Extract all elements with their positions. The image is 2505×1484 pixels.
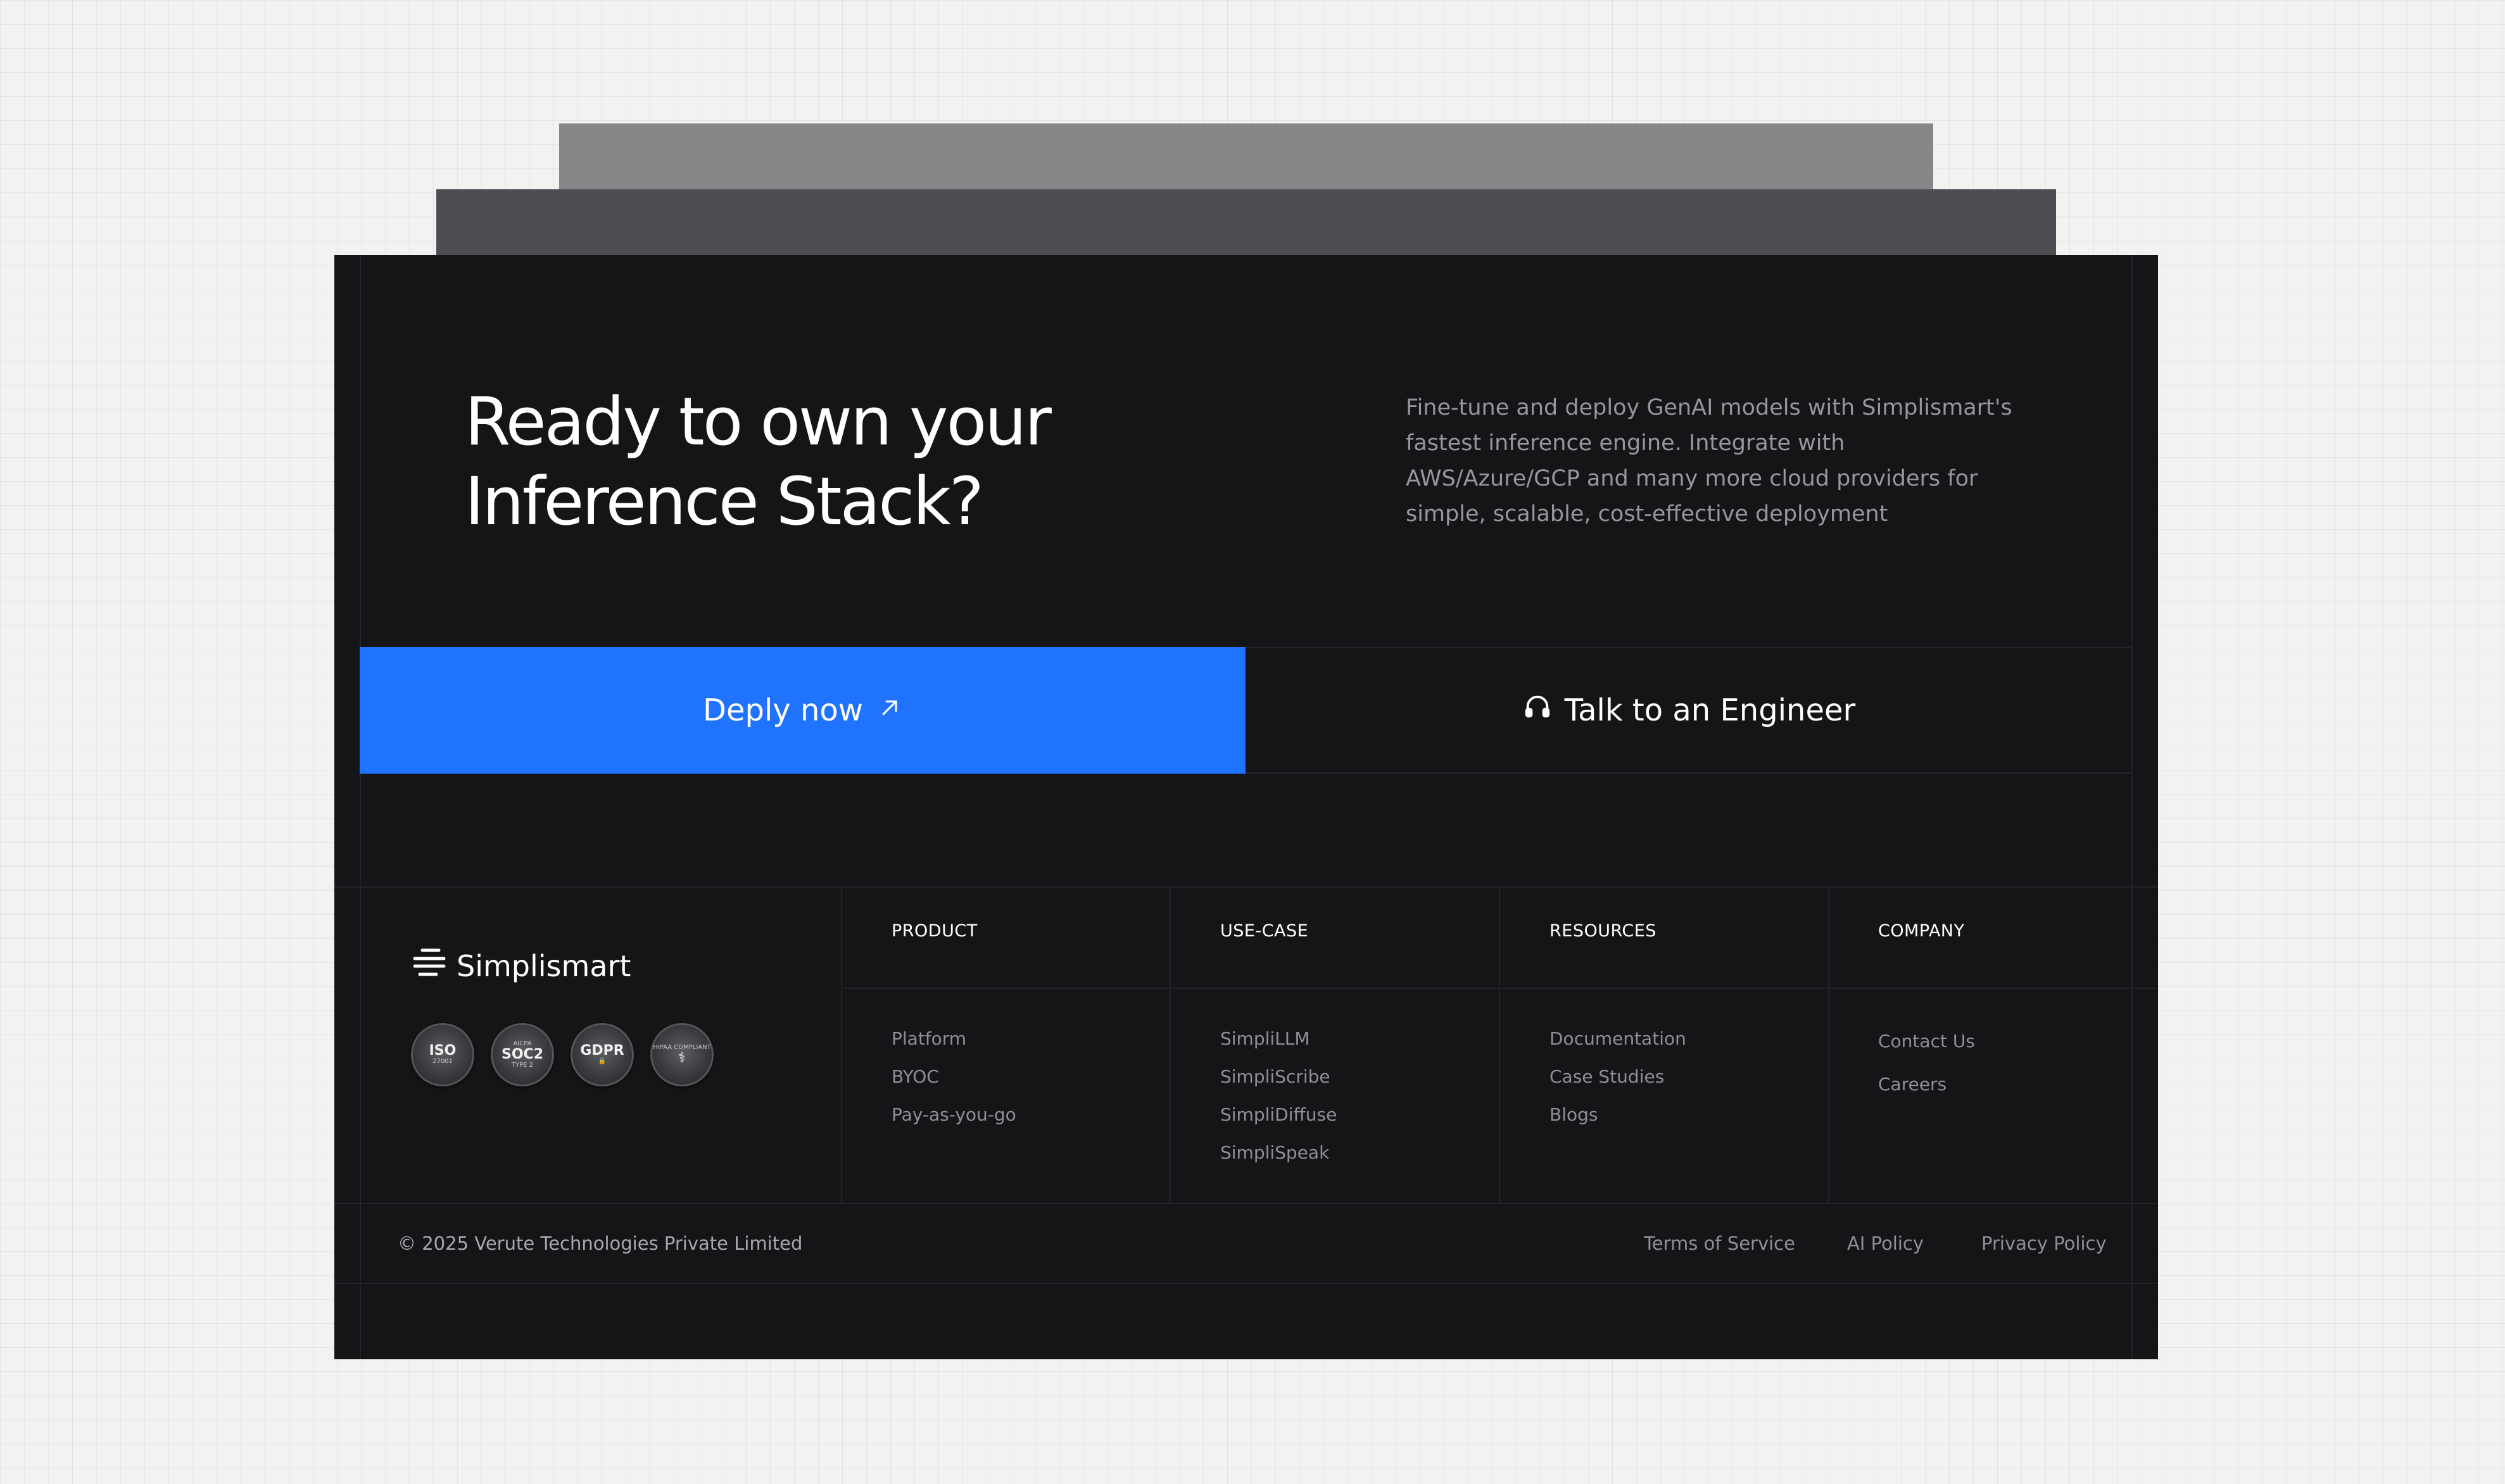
grid-line xyxy=(360,255,361,1359)
resources-column-heading: RESOURCES xyxy=(1549,921,1656,941)
hero-description: Fine-tune and deploy GenAI models with S… xyxy=(1406,395,2012,527)
stacked-layer-back xyxy=(559,123,1933,189)
hero-title-line-2: Inference Stack? xyxy=(465,463,984,540)
simplismart-logo-icon xyxy=(411,946,448,985)
talk-to-engineer-button[interactable]: Talk to an Engineer xyxy=(1246,647,2133,774)
footer-column-divider xyxy=(1499,886,1500,1203)
talk-to-engineer-label: Talk to an Engineer xyxy=(1564,693,1856,728)
gdpr-badge: GDPR 🔒 xyxy=(571,1023,634,1086)
arrow-up-right-icon xyxy=(877,693,902,728)
footer-link-platform[interactable]: Platform xyxy=(892,1020,1016,1058)
hero-title: Ready to own your Inference Stack? xyxy=(465,382,1052,541)
privacy-policy-link[interactable]: Privacy Policy xyxy=(1981,1233,2107,1254)
footer-link-pay-as-you-go[interactable]: Pay-as-you-go xyxy=(892,1096,1016,1134)
product-links: Platform BYOC Pay-as-you-go xyxy=(892,1020,1016,1134)
terms-of-service-link[interactable]: Terms of Service xyxy=(1644,1233,1795,1254)
soc2-badge: AICPA SOC2 TYPE 2 xyxy=(491,1023,554,1086)
footer-link-simplillm[interactable]: SimpliLLM xyxy=(1220,1020,1337,1058)
grid-line xyxy=(2131,255,2133,1359)
footer-link-simplidiffuse[interactable]: SimpliDiffuse xyxy=(1220,1096,1337,1134)
brand-name: Simplismart xyxy=(457,948,631,983)
footer-link-case-studies[interactable]: Case Studies xyxy=(1549,1058,1686,1096)
footer-link-simpliscribe[interactable]: SimpliScribe xyxy=(1220,1058,1337,1096)
resources-links: Documentation Case Studies Blogs xyxy=(1549,1020,1686,1134)
copyright-text: © 2025 Verute Technologies Private Limit… xyxy=(398,1233,803,1254)
product-column-heading: PRODUCT xyxy=(892,921,978,941)
footer-link-careers[interactable]: Careers xyxy=(1878,1063,1975,1106)
footer-link-contact-us[interactable]: Contact Us xyxy=(1878,1020,1975,1063)
hipaa-badge: HIPAA COMPLIANT ⚕ xyxy=(650,1023,714,1086)
brand-logo[interactable]: Simplismart xyxy=(411,946,631,985)
cta-footer-card: Ready to own your Inference Stack? Fine-… xyxy=(334,255,2158,1359)
compliance-badges: ISO 27001 AICPA SOC2 TYPE 2 GDPR 🔒 HIPAA… xyxy=(411,1023,714,1086)
footer-column-divider xyxy=(1170,886,1171,1203)
hero-title-line-1: Ready to own your xyxy=(465,383,1052,460)
iso-27001-badge: ISO 27001 xyxy=(411,1023,474,1086)
deploy-now-button[interactable]: Deply now xyxy=(360,647,1246,774)
footer-link-simplispeak[interactable]: SimpliSpeak xyxy=(1220,1134,1337,1172)
footer-bottom-divider xyxy=(334,1203,2158,1204)
footer-link-byoc[interactable]: BYOC xyxy=(892,1058,1016,1096)
usecase-column-heading: USE-CASE xyxy=(1220,921,1309,941)
usecase-links: SimpliLLM SimpliScribe SimpliDiffuse Sim… xyxy=(1220,1020,1337,1172)
deploy-now-label: Deply now xyxy=(702,693,863,728)
ai-policy-link[interactable]: AI Policy xyxy=(1847,1233,1924,1254)
footer-link-blogs[interactable]: Blogs xyxy=(1549,1096,1686,1134)
company-links: Contact Us Careers xyxy=(1878,1020,1975,1106)
footer-divider xyxy=(334,886,2158,888)
footer-link-documentation[interactable]: Documentation xyxy=(1549,1020,1686,1058)
headphones-icon xyxy=(1523,692,1552,729)
footer-column-divider xyxy=(1828,886,1829,1203)
stacked-layer-middle xyxy=(436,189,2056,255)
company-column-heading: COMPANY xyxy=(1878,921,1965,941)
footer-column-divider xyxy=(841,886,842,1203)
footer-end-divider xyxy=(334,1283,2158,1284)
